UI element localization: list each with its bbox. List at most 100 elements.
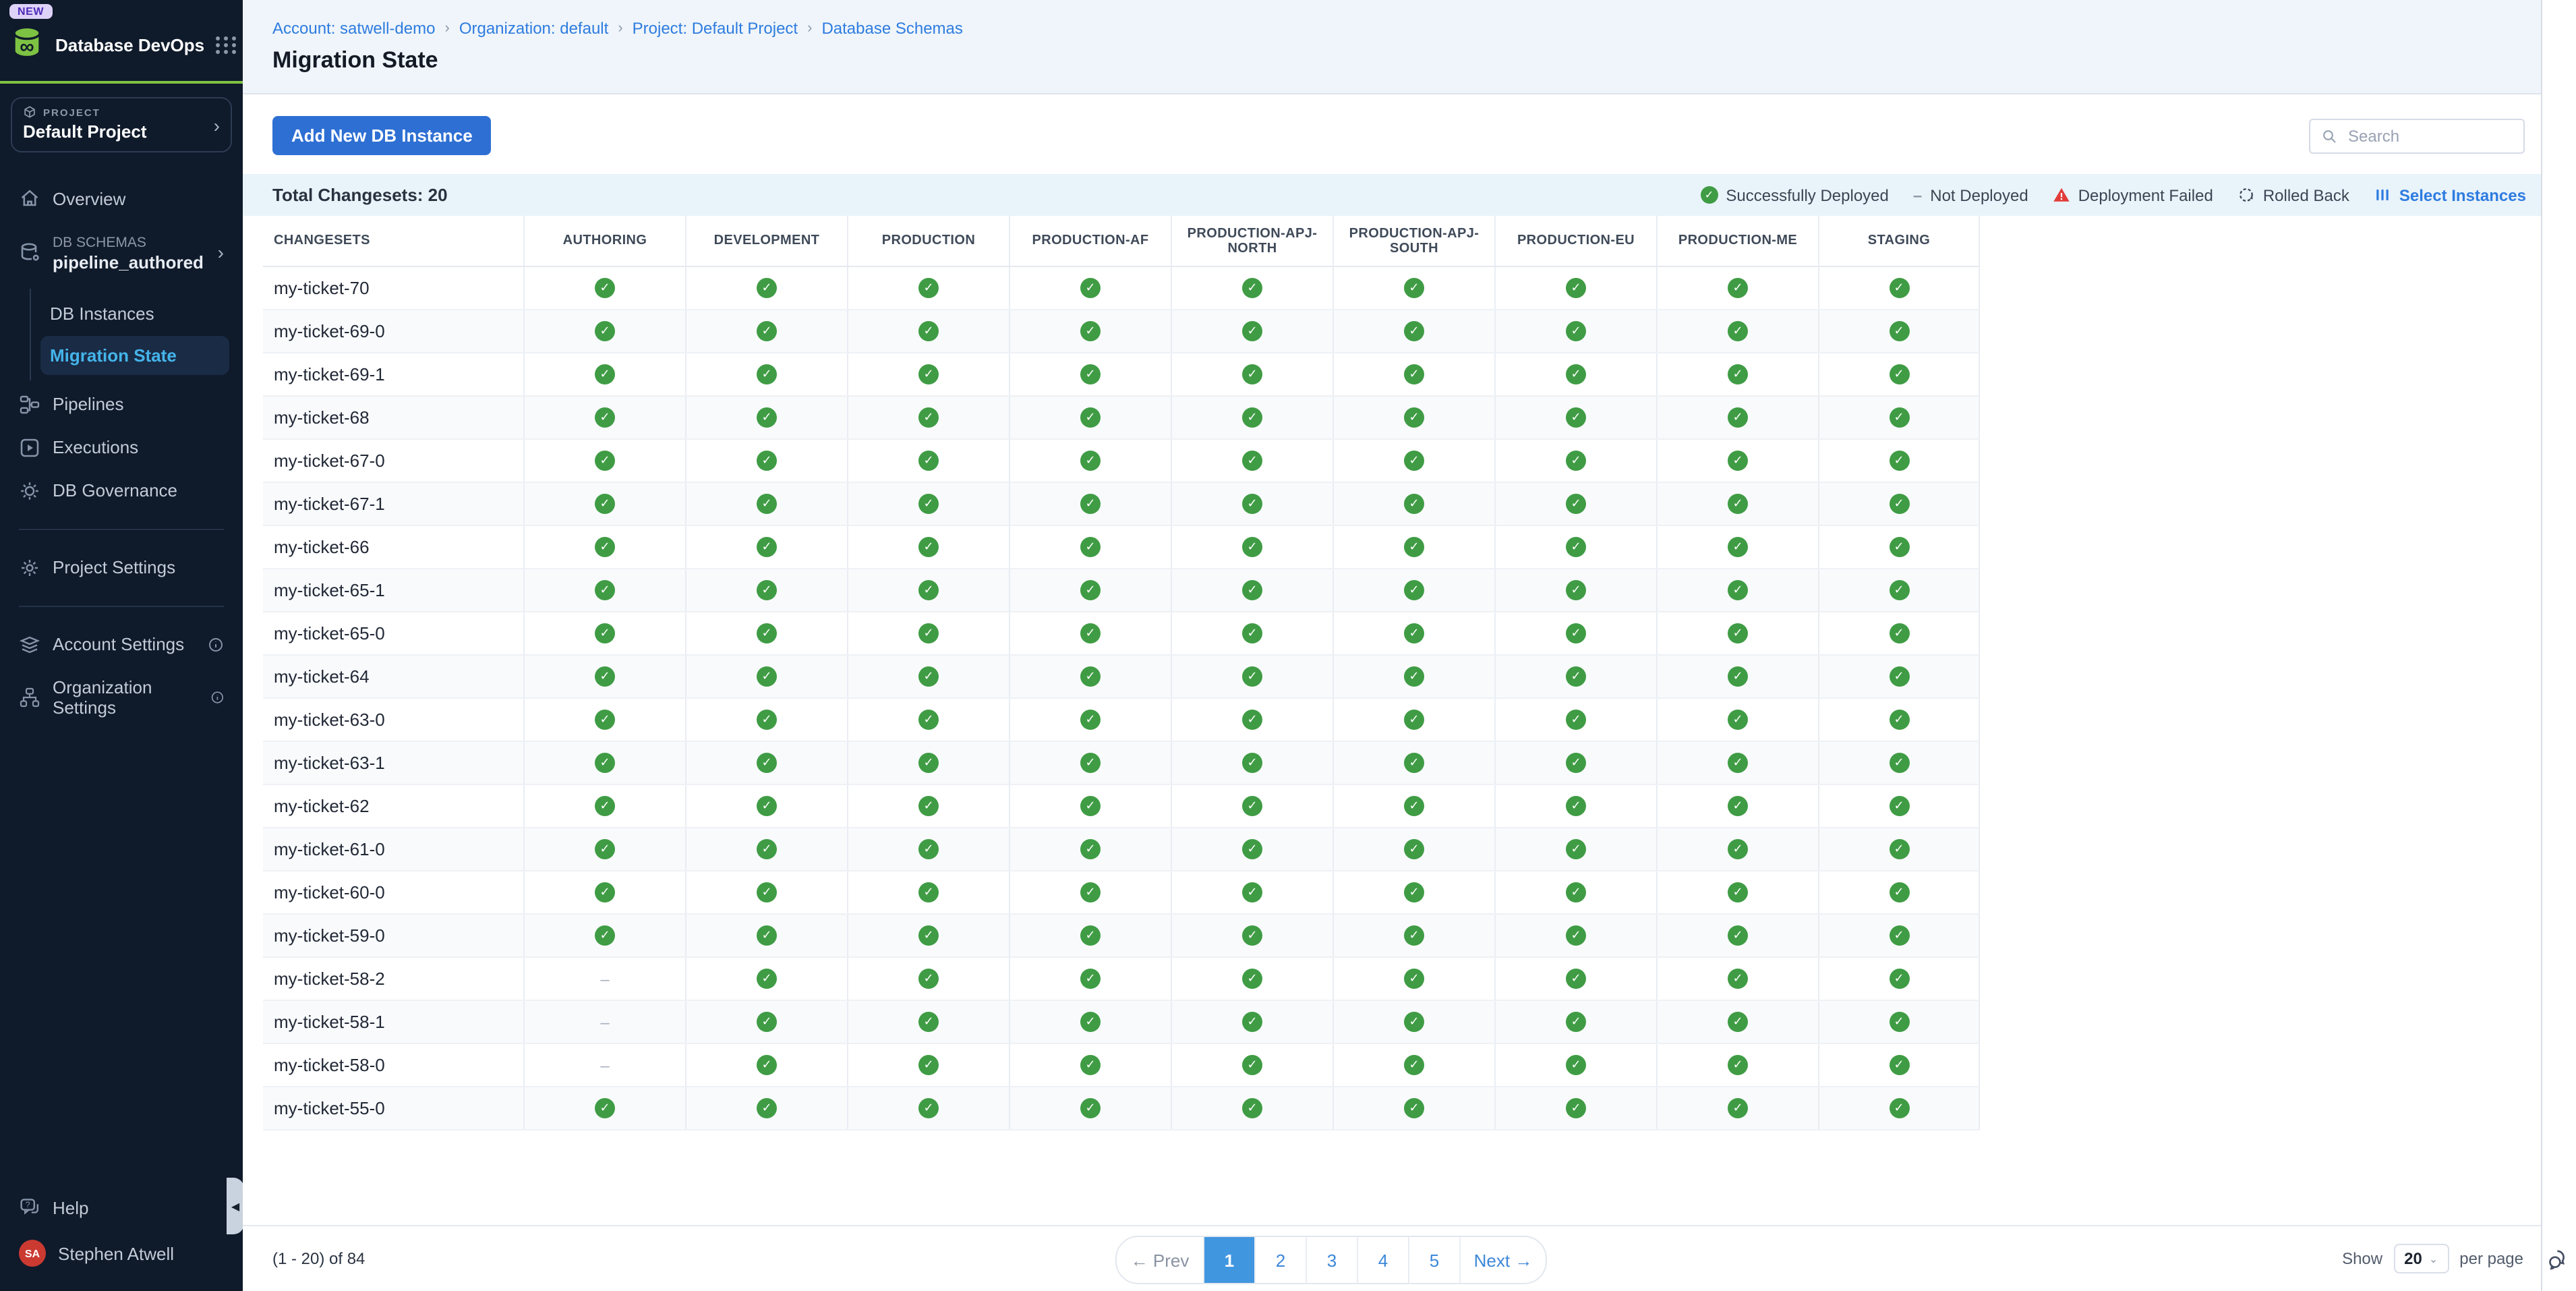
select-instances-button[interactable]: Select Instances [2374, 185, 2526, 204]
sidebar-item-organization-settings[interactable]: Organization Settings [0, 666, 243, 728]
status-cell: ✓ [847, 483, 1009, 525]
status-cell: ✓ [1656, 483, 1818, 525]
changeset-name: my-ticket-64 [263, 656, 523, 697]
next-page-button[interactable]: Next → [1459, 1237, 1546, 1283]
success-status-icon: ✓ [1080, 580, 1101, 600]
status-cell: ✓ [1494, 742, 1656, 784]
success-status-icon: ✓ [1889, 710, 1909, 730]
breadcrumb-link[interactable]: Account: satwell-demo [272, 19, 435, 38]
sidebar-item-db-schemas[interactable]: DB SCHEMAS pipeline_authored › [0, 220, 243, 285]
success-status-icon: ✓ [1889, 839, 1909, 859]
db-schemas-label: DB SCHEMAS [53, 235, 146, 251]
breadcrumb-link[interactable]: Project: Default Project [633, 19, 798, 38]
sidebar-item-pipelines[interactable]: Pipelines [0, 382, 243, 426]
user-menu[interactable]: SA Stephen Atwell [0, 1229, 243, 1278]
page-button-1[interactable]: 1 [1203, 1237, 1254, 1283]
success-status-icon: ✓ [595, 925, 615, 946]
sidebar-item-project-settings[interactable]: Project Settings [0, 546, 243, 589]
status-cell: ✓ [1171, 742, 1333, 784]
page-button-2[interactable]: 2 [1254, 1237, 1306, 1283]
table-row: my-ticket-64✓✓✓✓✓✓✓✓✓ [263, 656, 1980, 699]
page-button-4[interactable]: 4 [1357, 1237, 1408, 1283]
search-box[interactable] [2309, 118, 2525, 153]
success-status-icon: ✓ [595, 278, 615, 298]
status-cell: ✓ [1333, 785, 1494, 827]
changeset-name: my-ticket-66 [263, 526, 523, 568]
success-status-icon: ✓ [1728, 580, 1748, 600]
status-cell: ✓ [1494, 656, 1656, 697]
success-status-icon: ✓ [595, 882, 615, 902]
status-cell: ✓ [1333, 1087, 1494, 1129]
column-header: PRODUCTION-AF [1009, 216, 1171, 266]
app-switcher-grid-icon[interactable] [215, 36, 237, 54]
success-status-icon: ✓ [1889, 537, 1909, 557]
status-cell: ✓ [1009, 569, 1171, 611]
success-status-icon: ✓ [757, 969, 777, 989]
success-status-icon: ✓ [1080, 969, 1101, 989]
governance-gear-icon [19, 480, 40, 501]
success-status-icon: ✓ [1728, 321, 1748, 341]
search-icon [2321, 127, 2337, 144]
success-status-icon: ✓ [1566, 839, 1586, 859]
breadcrumb-separator-icon: › [807, 20, 812, 36]
table-row: my-ticket-61-0✓✓✓✓✓✓✓✓✓ [263, 828, 1980, 871]
page-button-3[interactable]: 3 [1306, 1237, 1357, 1283]
success-status-icon: ✓ [918, 278, 939, 298]
chevron-down-icon: ⌄ [2429, 1253, 2438, 1265]
status-cell: ✓ [847, 353, 1009, 395]
search-input[interactable] [2345, 125, 2513, 146]
status-cell: ✓ [1333, 958, 1494, 1000]
add-db-instance-button[interactable]: Add New DB Instance [272, 116, 492, 155]
success-status-icon: ✓ [1242, 882, 1262, 902]
success-status-icon: ✓ [918, 710, 939, 730]
sidebar-item-db-governance[interactable]: DB Governance [0, 469, 243, 512]
success-status-icon: ✓ [1404, 753, 1424, 773]
status-cell: ✓ [523, 656, 685, 697]
success-status-icon: ✓ [1242, 537, 1262, 557]
table-row: my-ticket-69-1✓✓✓✓✓✓✓✓✓ [263, 353, 1980, 397]
status-cell: ✓ [685, 1087, 847, 1129]
sidebar-item-label: Overview [53, 188, 125, 208]
sidebar-subitem-migration-state[interactable]: Migration State [40, 335, 229, 374]
project-selector[interactable]: PROJECT Default Project › [11, 97, 232, 152]
breadcrumb-link[interactable]: Organization: default [459, 19, 609, 38]
sidebar-item-executions[interactable]: Executions [0, 426, 243, 469]
status-cell: ✓ [1494, 483, 1656, 525]
prev-page-button[interactable]: ← Prev [1117, 1237, 1203, 1283]
success-status-icon: ✓ [757, 623, 777, 643]
status-cell: ✓ [1333, 612, 1494, 654]
success-status-icon: ✓ [1242, 1012, 1262, 1032]
page-size-select[interactable]: 20⌄ [2393, 1244, 2449, 1273]
sidebar-item-account-settings[interactable]: Account Settings [0, 623, 243, 666]
status-cell: ✓ [847, 828, 1009, 870]
support-bubbles-icon[interactable] [2546, 1246, 2572, 1272]
success-status-icon: ✓ [1566, 882, 1586, 902]
sidebar-item-overview[interactable]: Overview [0, 177, 243, 220]
status-cell: ✓ [1171, 569, 1333, 611]
success-status-icon: ✓ [918, 451, 939, 471]
sidebar-subitem-db-instances[interactable]: DB Instances [40, 293, 229, 333]
status-cell: ✓ [523, 699, 685, 741]
page-button-5[interactable]: 5 [1408, 1237, 1459, 1283]
project-name: Default Project [23, 121, 220, 142]
help-button[interactable]: ? Help [0, 1186, 243, 1229]
pagination: ← Prev12345Next → [1115, 1236, 1547, 1284]
status-cell: ✓ [847, 612, 1009, 654]
success-status-icon: ✓ [1080, 451, 1101, 471]
success-status-icon: ✓ [595, 623, 615, 643]
status-cell: ✓ [1818, 526, 1980, 568]
success-status-icon: ✓ [595, 839, 615, 859]
status-cell: ✓ [1494, 915, 1656, 956]
success-status-icon: ✓ [1080, 278, 1101, 298]
status-cell: ✓ [1333, 915, 1494, 956]
status-cell: ✓ [1171, 699, 1333, 741]
status-cell: ✓ [1171, 915, 1333, 956]
breadcrumb-link[interactable]: Database Schemas [821, 19, 962, 38]
sidebar-collapse-handle[interactable]: ◀ [227, 1178, 244, 1234]
success-status-icon: ✓ [1566, 1055, 1586, 1075]
status-cell: ✓ [685, 656, 847, 697]
sidebar-item-label: Executions [53, 437, 138, 457]
status-cell: ✓ [685, 353, 847, 395]
right-edge-strip [2541, 0, 2576, 1291]
status-cell: ✓ [847, 699, 1009, 741]
